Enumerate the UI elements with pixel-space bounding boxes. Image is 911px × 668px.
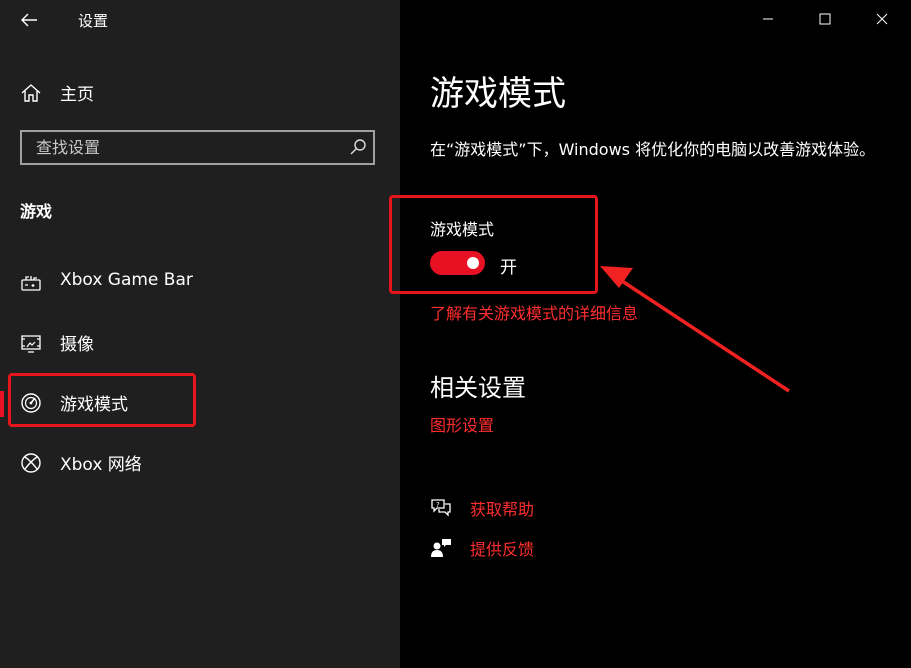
sidebar-item-label: 主页 [60, 85, 94, 105]
sidebar-item-label: Xbox 网络 [60, 455, 142, 475]
sidebar: 设置 主页 游戏 Xbox Game Bar [0, 0, 400, 668]
game-mode-icon [21, 393, 41, 413]
sidebar-item-xbox-game-bar[interactable]: Xbox Game Bar [0, 257, 400, 307]
get-help-row[interactable]: ? 获取帮助 [430, 494, 630, 520]
toggle-knob [467, 257, 479, 269]
section-label: 游戏 [20, 202, 53, 221]
toggle-state-text: 开 [500, 258, 517, 278]
sidebar-item-label: Xbox Game Bar [60, 270, 193, 290]
game-mode-toggle[interactable] [430, 251, 485, 275]
settings-window: 设置 主页 游戏 Xbox Game Bar [0, 0, 911, 668]
back-button[interactable] [14, 6, 44, 34]
search-box[interactable] [20, 130, 375, 165]
back-arrow-icon [21, 13, 37, 27]
sidebar-item-xbox-network[interactable]: Xbox 网络 [0, 437, 400, 487]
page-title: 游戏模式 [430, 74, 566, 114]
game-bar-icon [21, 276, 41, 291]
sidebar-item-label: 摄像 [60, 335, 94, 355]
minimize-button[interactable] [748, 4, 788, 34]
sidebar-item-home[interactable]: 主页 [0, 72, 400, 112]
search-icon[interactable] [349, 138, 367, 156]
close-button[interactable] [862, 4, 902, 34]
xbox-icon [21, 453, 41, 473]
help-chat-icon: ? [431, 499, 451, 517]
maximize-icon [819, 13, 831, 25]
graphics-settings-link[interactable]: 图形设置 [430, 412, 494, 436]
related-settings-heading: 相关设置 [430, 374, 526, 402]
page-description: 在“游戏模式”下，Windows 将优化你的电脑以改善游戏体验。 [430, 140, 876, 159]
svg-text:?: ? [436, 501, 440, 509]
app-title: 设置 [78, 12, 109, 30]
sidebar-item-capture[interactable]: 摄像 [0, 317, 400, 367]
home-icon [21, 84, 41, 102]
search-input[interactable] [22, 132, 342, 163]
maximize-button[interactable] [805, 4, 845, 34]
give-feedback-row[interactable]: 提供反馈 [430, 534, 630, 560]
sidebar-item-game-mode[interactable]: 游戏模式 [0, 377, 400, 427]
close-icon [876, 13, 888, 25]
get-help-link[interactable]: 获取帮助 [470, 496, 534, 520]
give-feedback-link[interactable]: 提供反馈 [470, 536, 534, 560]
annotation-highlight-toggle [389, 195, 598, 294]
minimize-icon [763, 18, 773, 20]
capture-icon [21, 335, 41, 353]
feedback-icon [431, 539, 451, 557]
learn-more-link[interactable]: 了解有关游戏模式的详细信息 [430, 300, 638, 324]
toggle-label: 游戏模式 [430, 220, 495, 239]
sidebar-item-label: 游戏模式 [60, 395, 128, 415]
